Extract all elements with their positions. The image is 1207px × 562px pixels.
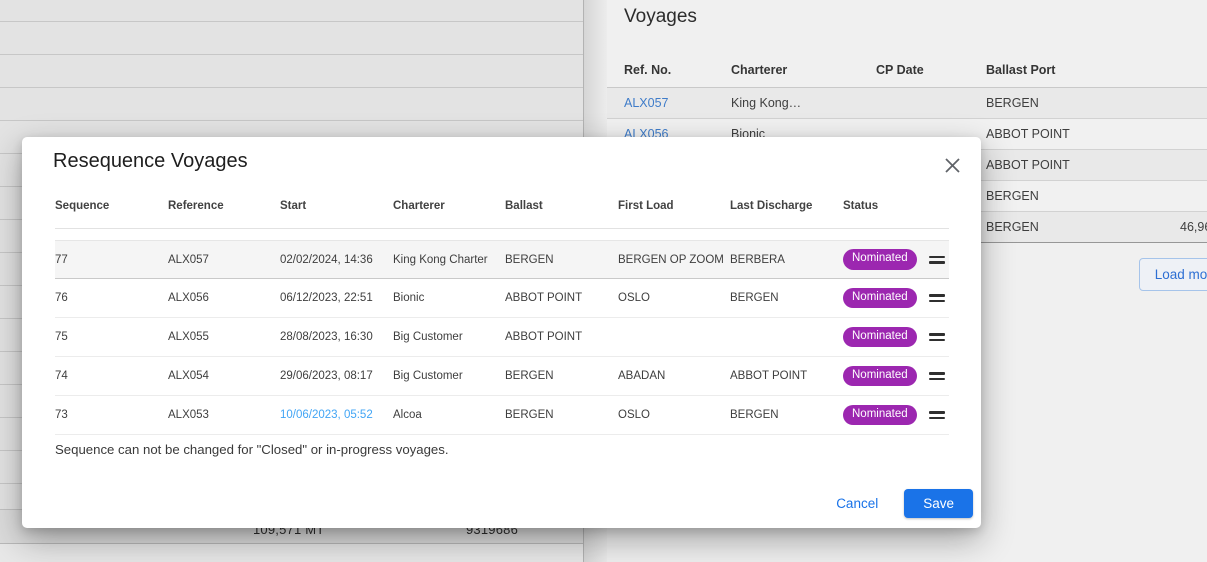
column-header-status: Status [843, 200, 923, 212]
ballast-port-cell: BERGEN [986, 96, 1039, 110]
reference-cell: ALX055 [168, 331, 280, 343]
handle-cell [923, 408, 949, 422]
first-load-cell: ABADAN [618, 370, 730, 382]
resequence-table: SequenceReferenceStartChartererBallastFi… [55, 200, 949, 435]
status-cell: Nominated [843, 288, 923, 309]
last-discharge-cell: BERBERA [730, 254, 843, 266]
start-cell: 06/12/2023, 22:51 [280, 292, 393, 304]
sequence-note: Sequence can not be changed for "Closed"… [55, 442, 449, 457]
start-cell: 29/06/2023, 08:17 [280, 370, 393, 382]
ballast-port-cell: BERGEN [986, 189, 1039, 203]
resequence-row: 76ALX05606/12/2023, 22:51BionicABBOT POI… [55, 279, 949, 318]
close-icon[interactable] [941, 154, 963, 176]
ballast-port-cell: ABBOT POINT [986, 158, 1070, 172]
start-cell: 02/02/2024, 14:36 [280, 254, 393, 266]
start-date-link[interactable]: 10/06/2023, 05:52 [280, 409, 393, 421]
status-badge: Nominated [843, 327, 917, 348]
drag-handle-icon[interactable] [929, 253, 945, 267]
column-header-ref-no: Ref. No. [624, 63, 671, 77]
ballast-port-cell: ABBOT POINT [986, 127, 1070, 141]
resequence-row: 73ALX05310/06/2023, 05:52AlcoaBERGENOSLO… [55, 396, 949, 435]
sequence-cell: 77 [55, 254, 168, 266]
start-cell: 28/08/2023, 16:30 [280, 331, 393, 343]
sequence-cell: 76 [55, 292, 168, 304]
last-discharge-cell: ABBOT POINT [730, 370, 843, 382]
resequence-table-body: 77ALX05702/02/2024, 14:36King Kong Chart… [55, 240, 949, 435]
ballast-cell: BERGEN [505, 409, 618, 421]
voyages-table-row: ALX057 King Kong… BERGEN [607, 88, 1207, 119]
resequence-row: 74ALX05429/06/2023, 08:17Big CustomerBER… [55, 357, 949, 396]
ballast-cell: ABBOT POINT [505, 292, 618, 304]
modal-title: Resequence Voyages [53, 150, 248, 173]
ref-no-link[interactable]: ALX057 [624, 96, 668, 110]
ballast-cell: BERGEN [505, 370, 618, 382]
column-header-start: Start [280, 200, 393, 212]
reference-cell: ALX057 [168, 254, 280, 266]
status-cell: Nominated [843, 249, 923, 270]
first-load-cell: OSLO [618, 292, 730, 304]
status-badge: Nominated [843, 366, 917, 387]
handle-cell [923, 253, 949, 267]
status-badge: Nominated [843, 405, 917, 426]
charterer-cell: King Kong… [731, 96, 801, 110]
column-header-charterer: Charterer [731, 63, 787, 77]
charterer-cell: Bionic [393, 292, 505, 304]
sequence-cell: 73 [55, 409, 168, 421]
load-more-button[interactable]: Load more [1139, 258, 1207, 291]
sequence-cell: 74 [55, 370, 168, 382]
column-header-ballast-port: Ballast Port [986, 63, 1055, 77]
first-load-cell: BERGEN OP ZOOM [618, 254, 730, 266]
column-header-cp-date: CP Date [876, 63, 924, 77]
modal-actions: Cancel Save [824, 488, 973, 518]
column-header-last-discharge: Last Discharge [730, 200, 843, 212]
first-load-cell: OSLO [618, 409, 730, 421]
status-cell: Nominated [843, 327, 923, 348]
voyages-table-header: Ref. No. Charterer CP Date Ballast Port [607, 54, 1207, 88]
column-header-first-load: First Load [618, 200, 730, 212]
reference-cell: ALX053 [168, 409, 280, 421]
amount-cell: 46,96 [1180, 220, 1207, 234]
resequence-table-header: SequenceReferenceStartChartererBallastFi… [55, 200, 949, 229]
app-root: 109,571 MT 9319686 Voyages Ref. No. Char… [0, 0, 1207, 562]
handle-cell [923, 330, 949, 344]
resequence-row: 75ALX05528/08/2023, 16:30Big CustomerABB… [55, 318, 949, 357]
ballast-port-cell: BERGEN [986, 220, 1039, 234]
status-cell: Nominated [843, 366, 923, 387]
voyages-panel-title: Voyages [624, 6, 697, 28]
column-header-ballast: Ballast [505, 200, 618, 212]
handle-cell [923, 369, 949, 383]
drag-handle-icon[interactable] [929, 369, 945, 383]
column-header-reference: Reference [168, 200, 280, 212]
charterer-cell: King Kong Charter [393, 254, 505, 266]
charterer-cell: Big Customer [393, 370, 505, 382]
status-badge: Nominated [843, 249, 917, 270]
sequence-cell: 75 [55, 331, 168, 343]
last-discharge-cell: BERGEN [730, 409, 843, 421]
resequence-voyages-modal: Resequence Voyages SequenceReferenceStar… [22, 137, 981, 528]
status-cell: Nominated [843, 405, 923, 426]
handle-cell [923, 291, 949, 305]
drag-handle-icon[interactable] [929, 330, 945, 344]
drag-handle-icon[interactable] [929, 291, 945, 305]
drag-handle-icon[interactable] [929, 408, 945, 422]
last-discharge-cell: BERGEN [730, 292, 843, 304]
reference-cell: ALX056 [168, 292, 280, 304]
cancel-button[interactable]: Cancel [824, 490, 890, 517]
resequence-row: 77ALX05702/02/2024, 14:36King Kong Chart… [55, 240, 949, 279]
close-x-glyph [944, 157, 961, 174]
reference-cell: ALX054 [168, 370, 280, 382]
status-badge: Nominated [843, 288, 917, 309]
ballast-cell: ABBOT POINT [505, 331, 618, 343]
ballast-cell: BERGEN [505, 254, 618, 266]
background-footer-strip [0, 544, 583, 562]
save-button[interactable]: Save [904, 489, 973, 518]
charterer-cell: Alcoa [393, 409, 505, 421]
charterer-cell: Big Customer [393, 331, 505, 343]
column-header-charterer: Charterer [393, 200, 505, 212]
column-header-sequence: Sequence [55, 200, 168, 212]
